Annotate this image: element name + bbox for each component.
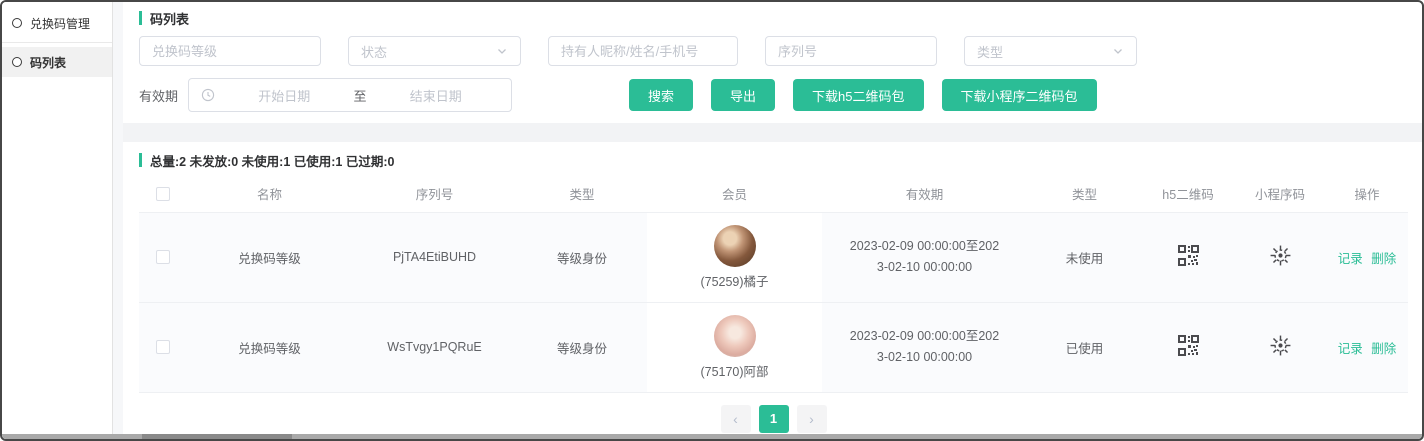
miniprogram-code-icon[interactable] [1269,334,1292,357]
app-window: 兑换码管理 码列表 码列表 状态 类型 [0,0,1424,441]
search-button[interactable]: 搜索 [629,79,693,111]
type-select[interactable]: 类型 [964,36,1137,66]
end-date-placeholder: 结束日期 [373,86,500,105]
col-header-validity: 有效期 [822,176,1027,212]
col-header-name: 名称 [187,176,352,212]
col-header-serial: 序列号 [352,176,517,212]
col-header-type: 类型 [517,176,647,212]
date-range-separator: 至 [354,86,367,105]
page-title-text: 码列表 [150,9,189,28]
member-name: (75170)阿部 [700,361,768,380]
sidebar-item-label: 兑换码管理 [30,15,90,32]
col-header-h5-qr: h5二维码 [1142,176,1234,212]
cell-name: 兑换码等级 [187,302,352,392]
col-header-mini-qr: 小程序码 [1234,176,1326,212]
table-header-row: 名称 序列号 类型 会员 有效期 类型 h5二维码 小程序码 操作 [139,176,1408,212]
table-row: 兑换码等级 PjTA4EtiBUHD 等级身份 (75259)橘子 2023-0… [139,212,1408,302]
current-page-button[interactable]: 1 [759,405,789,433]
avatar [714,315,756,357]
cell-validity: 2023-02-09 00:00:00至202 3-02-10 00:00:00 [822,302,1027,392]
download-h5-qr-button[interactable]: 下载h5二维码包 [793,79,923,111]
chevron-down-icon [496,45,508,57]
sidebar-item-redeem-code-management[interactable]: 兑换码管理 [2,8,112,38]
avatar [714,225,756,267]
export-button[interactable]: 导出 [711,79,775,111]
cell-h5-qr [1142,302,1234,392]
next-page-button[interactable]: › [797,405,827,433]
horizontal-scrollbar[interactable] [2,434,1422,439]
delete-link[interactable]: 删除 [1371,342,1396,356]
select-all-checkbox[interactable] [156,187,170,201]
circle-icon [12,57,22,67]
circle-icon [12,18,22,28]
cell-member: (75259)橘子 [647,212,822,302]
cell-actions: 记录 删除 [1326,302,1408,392]
pagination: ‹ 1 › [139,405,1408,433]
date-range-picker[interactable]: 开始日期 至 结束日期 [188,78,512,112]
status-select-value: 状态 [361,42,387,61]
cell-mini-qr [1234,212,1326,302]
cell-serial: PjTA4EtiBUHD [352,212,517,302]
scrollbar-thumb[interactable] [142,434,292,439]
sidebar: 兑换码管理 码列表 [2,2,113,439]
code-table: 名称 序列号 类型 会员 有效期 类型 h5二维码 小程序码 操作 兑换码等级 … [139,176,1408,393]
start-date-placeholder: 开始日期 [221,86,348,105]
cell-status: 未使用 [1027,212,1142,302]
sidebar-divider [2,42,112,43]
cell-type: 等级身份 [517,212,647,302]
cell-mini-qr [1234,302,1326,392]
type-select-value: 类型 [977,42,1003,61]
page-title: 码列表 [139,10,1408,26]
chevron-down-icon [1112,45,1124,57]
summary-text: 总量:2 未发放:0 未使用:1 已使用:1 已过期:0 [150,151,394,170]
download-miniprogram-qr-button[interactable]: 下载小程序二维码包 [942,79,1097,111]
cell-type: 等级身份 [517,302,647,392]
section-separator [123,123,1422,142]
row-checkbox[interactable] [156,250,170,264]
sidebar-item-label: 码列表 [30,54,66,71]
member-name: (75259)橘子 [700,271,768,290]
cell-serial: WsTvgy1PQRuE [352,302,517,392]
cell-member: (75170)阿部 [647,302,822,392]
col-header-actions: 操作 [1326,176,1408,212]
title-accent-bar [139,11,142,25]
sidebar-scroll-gutter[interactable] [113,2,123,439]
record-link[interactable]: 记录 [1338,342,1363,356]
status-select[interactable]: 状态 [348,36,521,66]
table-row: 兑换码等级 WsTvgy1PQRuE 等级身份 (75170)阿部 2023-0… [139,302,1408,392]
cell-h5-qr [1142,212,1234,302]
cell-actions: 记录 删除 [1326,212,1408,302]
main-content: 码列表 状态 类型 有效期 [123,2,1422,439]
delete-link[interactable]: 删除 [1371,252,1396,266]
clock-icon [201,88,215,102]
summary-stats: 总量:2 未发放:0 未使用:1 已使用:1 已过期:0 [139,152,1408,168]
h5-qr-code-icon[interactable] [1178,245,1199,266]
prev-page-button[interactable]: ‹ [721,405,751,433]
filter-row-2: 有效期 开始日期 至 结束日期 搜索 导出 下载h5二维码包 下载小程序二维码包 [139,78,1408,112]
cell-validity: 2023-02-09 00:00:00至202 3-02-10 00:00:00 [822,212,1027,302]
validity-label: 有效期 [139,86,178,105]
redeem-level-input[interactable] [139,36,321,66]
sidebar-item-code-list[interactable]: 码列表 [2,47,112,77]
col-header-member: 会员 [647,176,822,212]
row-checkbox[interactable] [156,340,170,354]
summary-accent-bar [139,153,142,167]
miniprogram-code-icon[interactable] [1269,244,1292,267]
cell-name: 兑换码等级 [187,212,352,302]
holder-input[interactable] [548,36,738,66]
cell-status: 已使用 [1027,302,1142,392]
record-link[interactable]: 记录 [1338,252,1363,266]
filter-row-1: 状态 类型 [139,36,1408,66]
h5-qr-code-icon[interactable] [1178,335,1199,356]
serial-number-input[interactable] [765,36,937,66]
col-header-status: 类型 [1027,176,1142,212]
